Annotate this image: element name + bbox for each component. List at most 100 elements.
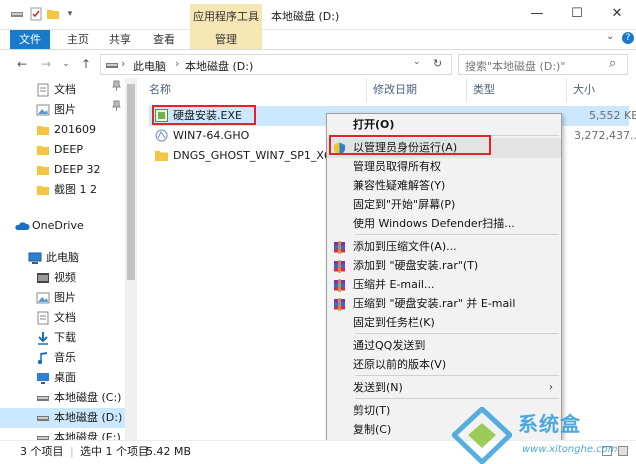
folder-icon — [36, 123, 50, 137]
quick-access-toolbar-dropdown[interactable]: ▾ — [63, 7, 77, 21]
nav-pc-item[interactable]: 视频 — [0, 268, 125, 288]
nav-item-label: 音乐 — [54, 351, 76, 364]
column-header-date[interactable]: 修改日期 — [367, 78, 467, 102]
nav-pc-item[interactable]: 本地磁盘 (E:) — [0, 428, 125, 440]
tab-view[interactable]: 查看 — [144, 30, 184, 49]
nav-quick-access-item[interactable]: 截图 1 2 — [0, 180, 125, 200]
tab-file[interactable]: 文件 — [10, 30, 50, 49]
context-menu-item-label: 添加到 "硬盘安装.rar"(T) — [353, 259, 479, 272]
nav-quick-access-item[interactable]: DEEP — [0, 140, 125, 160]
document-icon — [36, 311, 50, 325]
nav-item-label: 图片 — [54, 291, 76, 304]
navigation-pane: 文档 图片 201609 DEEP DEEP 32 截图 1 2 OneDrive 此电脑 视频… — [0, 78, 125, 440]
refresh-button[interactable]: ↻ — [433, 57, 442, 70]
winrar-icon — [333, 241, 346, 254]
status-size: 5.42 MB — [146, 445, 192, 458]
nav-this-pc[interactable]: 此电脑 — [0, 248, 125, 268]
nav-quick-access-item[interactable]: DEEP 32 — [0, 160, 125, 180]
nav-item-label: 桌面 — [54, 371, 76, 384]
download-icon — [36, 331, 50, 345]
drive-icon — [10, 7, 24, 21]
context-menu-item[interactable]: 添加到压缩文件(A)... — [327, 237, 561, 257]
column-header-name[interactable]: 名称 — [137, 78, 367, 102]
title-bar: ▾ 应用程序工具 本地磁盘 (D:) — ☐ ✕ — [0, 0, 636, 30]
status-item-count: 3 个项目 — [20, 445, 64, 458]
nav-item-label: 此电脑 — [46, 251, 79, 264]
winrar-icon — [333, 279, 346, 292]
back-button[interactable]: ← — [14, 56, 30, 72]
nav-pc-item[interactable]: 本地磁盘 (D:) — [0, 408, 125, 428]
nav-item-label: 视频 — [54, 271, 76, 284]
context-menu-item[interactable]: 管理员取得所有权 — [327, 157, 561, 177]
drive-icon — [105, 58, 119, 75]
folder-icon — [36, 183, 50, 197]
context-menu-item[interactable]: 固定到"开始"屏幕(P) — [327, 195, 561, 215]
nav-quick-access-item[interactable]: 图片 — [0, 100, 125, 120]
menu-separator — [355, 398, 559, 399]
scrollbar-thumb[interactable] — [127, 84, 135, 280]
watermark-url: www.xitonghe.com — [522, 444, 618, 455]
help-button[interactable]: ? — [622, 32, 634, 44]
maximize-button[interactable]: ☐ — [564, 4, 590, 24]
nav-quick-access-item[interactable]: 文档 — [0, 80, 125, 100]
context-menu-item-label: 固定到任务栏(K) — [353, 316, 435, 329]
nav-item-label: 文档 — [54, 311, 76, 324]
tab-share[interactable]: 共享 — [100, 30, 140, 49]
context-menu-item[interactable]: 压缩到 "硬盘安装.rar" 并 E-mail — [327, 294, 561, 314]
folder-icon — [155, 149, 168, 162]
breadcrumb-separator: › — [175, 57, 180, 70]
nav-item-label: 201609 — [54, 123, 96, 136]
nav-pc-item[interactable]: 桌面 — [0, 368, 125, 388]
nav-item-label: DEEP — [54, 143, 84, 156]
recent-locations-dropdown[interactable]: ⌄ — [58, 56, 74, 72]
breadcrumb-drive-d[interactable]: 本地磁盘 (D:) — [185, 58, 253, 74]
minimize-button[interactable]: — — [524, 4, 550, 24]
search-input[interactable]: 搜索"本地磁盘 (D:)" — [465, 58, 565, 74]
status-divider: | — [70, 445, 74, 458]
tab-manage[interactable]: 管理 — [190, 30, 262, 49]
nav-pc-item[interactable]: 图片 — [0, 288, 125, 308]
properties-icon[interactable] — [29, 7, 43, 21]
context-menu-item[interactable]: 还原以前的版本(V) — [327, 355, 561, 375]
address-bar[interactable]: › 此电脑 › 本地磁盘 (D:) ⌄ ↻ — [100, 54, 452, 75]
address-dropdown[interactable]: ⌄ — [413, 57, 421, 67]
menu-separator — [355, 234, 559, 235]
nav-item-label: 本地磁盘 (E:) — [54, 431, 121, 440]
file-size: 5,552 KB — [589, 109, 636, 122]
context-menu-item[interactable]: 使用 Windows Defender扫描... — [327, 214, 561, 234]
document-icon — [36, 83, 50, 97]
new-folder-icon[interactable] — [46, 7, 60, 21]
context-menu-item[interactable]: 打开(O) — [327, 115, 561, 135]
nav-pc-item[interactable]: 下载 — [0, 328, 125, 348]
forward-button[interactable]: → — [38, 56, 54, 72]
nav-pc-item[interactable]: 文档 — [0, 308, 125, 328]
tab-home[interactable]: 主页 — [58, 30, 98, 49]
nav-onedrive[interactable]: OneDrive — [0, 216, 125, 236]
search-box[interactable]: 搜索"本地磁盘 (D:)" ⌕ — [458, 54, 628, 75]
nav-item-label: 图片 — [54, 103, 76, 116]
drive-icon — [36, 411, 50, 425]
search-icon[interactable]: ⌕ — [609, 56, 616, 71]
nav-quick-access-item[interactable]: 201609 — [0, 120, 125, 140]
context-menu-item[interactable]: 发送到(N) › — [327, 378, 561, 398]
column-header-size[interactable]: 大小 — [567, 78, 636, 102]
context-menu-item[interactable]: 通过QQ发送到 — [327, 336, 561, 356]
context-menu-item[interactable]: 固定到任务栏(K) — [327, 313, 561, 333]
context-menu-item-label: 兼容性疑难解答(Y) — [353, 179, 446, 192]
breadcrumb-this-pc[interactable]: 此电脑 — [133, 58, 166, 74]
nav-pc-item[interactable]: 音乐 — [0, 348, 125, 368]
pictures-icon — [36, 291, 50, 305]
ribbon-collapse-button[interactable]: ⌄ — [606, 31, 614, 42]
up-button[interactable]: ↑ — [78, 56, 94, 72]
desktop-icon — [36, 371, 50, 385]
navigation-scrollbar[interactable] — [125, 78, 137, 440]
column-header-type[interactable]: 类型 — [467, 78, 567, 102]
large-icons-view-icon[interactable] — [618, 446, 628, 456]
context-menu-item[interactable]: 添加到 "硬盘安装.rar"(T) — [327, 256, 561, 276]
context-menu-item[interactable]: 兼容性疑难解答(Y) — [327, 176, 561, 196]
close-button[interactable]: ✕ — [604, 4, 630, 24]
ribbon-tabs: 文件 主页 共享 查看 管理 ⌄ ? — [0, 30, 636, 50]
context-menu-item-label: 复制(C) — [353, 423, 392, 436]
nav-pc-item[interactable]: 本地磁盘 (C:) — [0, 388, 125, 408]
context-menu-item[interactable]: 压缩并 E-mail... — [327, 275, 561, 295]
